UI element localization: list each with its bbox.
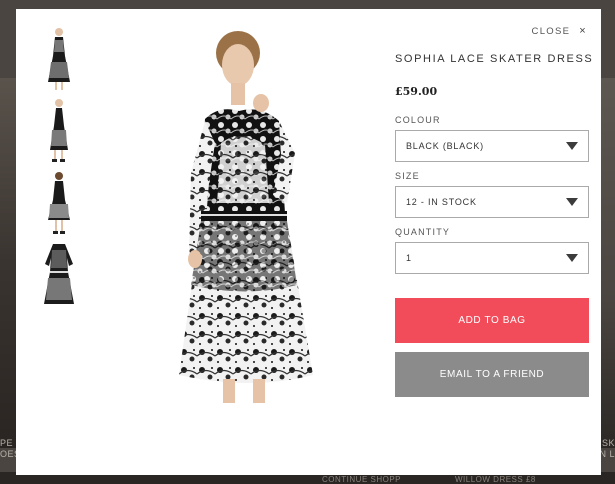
quantity-label: QUANTITY	[395, 227, 451, 237]
quantity-select[interactable]: 1	[395, 242, 589, 274]
size-select-value: 12 - IN STOCK	[406, 197, 477, 207]
background-continue-shopping: CONTINUE SHOPP	[322, 475, 402, 484]
colour-select-value: BLACK (BLACK)	[406, 141, 484, 151]
product-price: £59.00	[395, 85, 438, 98]
product-title: SOPHIA LACE SKATER DRESS	[395, 53, 594, 65]
close-button[interactable]: CLOSE ×	[531, 25, 587, 38]
thumbnail-side[interactable]	[43, 97, 75, 165]
chevron-down-icon	[566, 142, 578, 150]
colour-label: COLOUR	[395, 115, 441, 125]
quick-view-modal: CLOSE × SOPHIA LACE SKATER DRESS £59.00 …	[16, 9, 601, 475]
quantity-select-value: 1	[406, 253, 412, 263]
thumbnail-back[interactable]	[43, 169, 75, 237]
product-info-panel: SOPHIA LACE SKATER DRESS £59.00 COLOUR B…	[395, 53, 594, 397]
colour-select[interactable]: BLACK (BLACK)	[395, 130, 589, 162]
close-label: CLOSE	[531, 26, 571, 37]
chevron-down-icon	[566, 254, 578, 262]
size-select[interactable]: 12 - IN STOCK	[395, 186, 589, 218]
background-text: SK	[601, 438, 615, 448]
background-text: PE	[0, 438, 14, 448]
thumbnail-front[interactable]	[43, 25, 75, 93]
background-product-caption: WILLOW DRESS £8	[455, 475, 536, 484]
size-label: SIZE	[395, 171, 420, 181]
main-product-image	[161, 23, 331, 403]
thumbnail-flat[interactable]	[43, 241, 75, 309]
background-product-image-right	[600, 78, 615, 448]
close-icon: ×	[579, 25, 587, 37]
add-to-bag-button[interactable]: ADD TO BAG	[395, 298, 589, 343]
thumbnail-strip	[43, 25, 75, 313]
email-to-friend-button[interactable]: EMAIL TO A FRIEND	[395, 352, 589, 397]
chevron-down-icon	[566, 198, 578, 206]
background-product-image-left	[0, 78, 16, 448]
